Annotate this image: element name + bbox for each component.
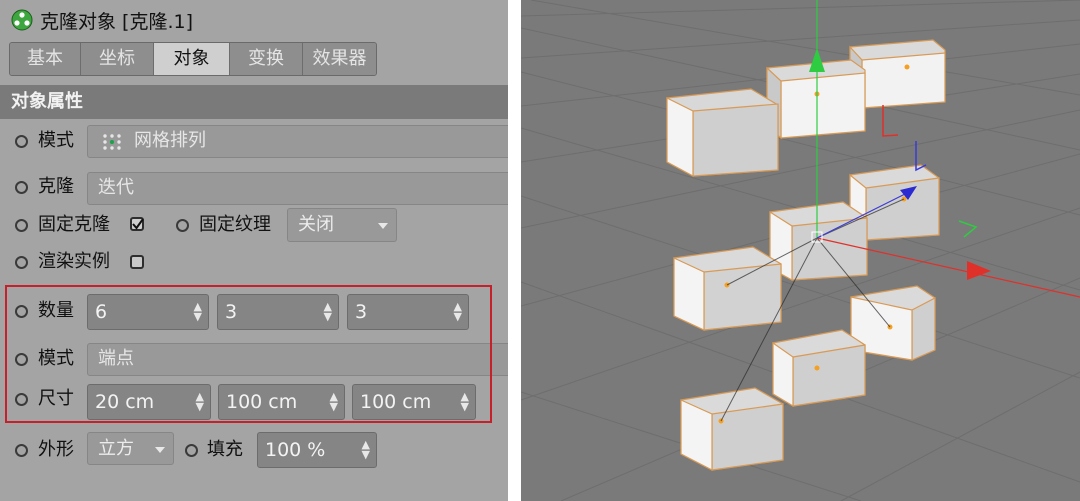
- fill-field[interactable]: 100 % ▲ ▼: [257, 432, 377, 468]
- render-instance-keyframe-radio[interactable]: [15, 256, 28, 269]
- tab-transform[interactable]: 变换: [230, 43, 303, 75]
- fixed-texture-keyframe-radio[interactable]: [176, 219, 189, 232]
- fill-keyframe-radio[interactable]: [185, 444, 198, 457]
- clone-dropdown[interactable]: 迭代: [87, 172, 508, 205]
- tab-effectors[interactable]: 效果器: [303, 43, 376, 75]
- fixed-clone-keyframe-radio[interactable]: [15, 219, 28, 232]
- fill-label: 填充: [207, 439, 243, 460]
- clone-keyframe-radio[interactable]: [15, 181, 28, 194]
- chevron-down-icon: [155, 447, 165, 453]
- cloner-icon: [11, 9, 33, 31]
- fixed-texture-label: 固定纹理: [199, 214, 271, 235]
- checkmark-icon: [132, 218, 144, 230]
- mode-value: 网格排列: [134, 130, 206, 151]
- mode-keyframe-radio[interactable]: [15, 135, 28, 148]
- shape-value: 立方: [98, 438, 134, 459]
- section-title: 对象属性: [0, 85, 508, 119]
- fixed-clone-checkbox[interactable]: [130, 217, 144, 231]
- render-instance-label: 渲染实例: [38, 251, 110, 272]
- render-instance-checkbox[interactable]: [130, 255, 144, 269]
- mode-label: 模式: [38, 130, 74, 151]
- tab-bar: 基本 坐标 对象 变换 效果器: [9, 42, 377, 76]
- 3d-viewport[interactable]: [521, 0, 1080, 501]
- chevron-down-icon: [378, 223, 388, 229]
- highlight-box: [5, 285, 492, 423]
- page-title: 克隆对象 [克隆.1]: [40, 11, 193, 33]
- fixed-texture-dropdown[interactable]: 关闭: [287, 208, 397, 242]
- attribute-panel: 克隆对象 [克隆.1] 基本 坐标 对象 变换 效果器 对象属性 模式 网格排列…: [0, 0, 508, 501]
- stepper-icon[interactable]: ▲ ▼: [362, 439, 370, 460]
- fixed-clone-label: 固定克隆: [38, 214, 110, 235]
- shape-keyframe-radio[interactable]: [15, 444, 28, 457]
- cube: [673, 246, 782, 331]
- shape-dropdown[interactable]: 立方: [87, 432, 174, 465]
- clone-value: 迭代: [98, 177, 134, 198]
- fixed-texture-value: 关闭: [298, 214, 334, 235]
- grid-array-icon: [103, 134, 121, 150]
- cube: [666, 88, 779, 178]
- tab-coord[interactable]: 坐标: [81, 43, 154, 75]
- tab-basic[interactable]: 基本: [10, 43, 81, 75]
- cube: [769, 201, 868, 282]
- fill-value: 100 %: [265, 439, 326, 461]
- mode-dropdown[interactable]: 网格排列: [87, 125, 508, 158]
- tab-object[interactable]: 对象: [154, 43, 230, 75]
- title-bar: 克隆对象 [克隆.1]: [0, 0, 508, 40]
- clone-label: 克隆: [38, 176, 74, 197]
- shape-label: 外形: [38, 439, 74, 460]
